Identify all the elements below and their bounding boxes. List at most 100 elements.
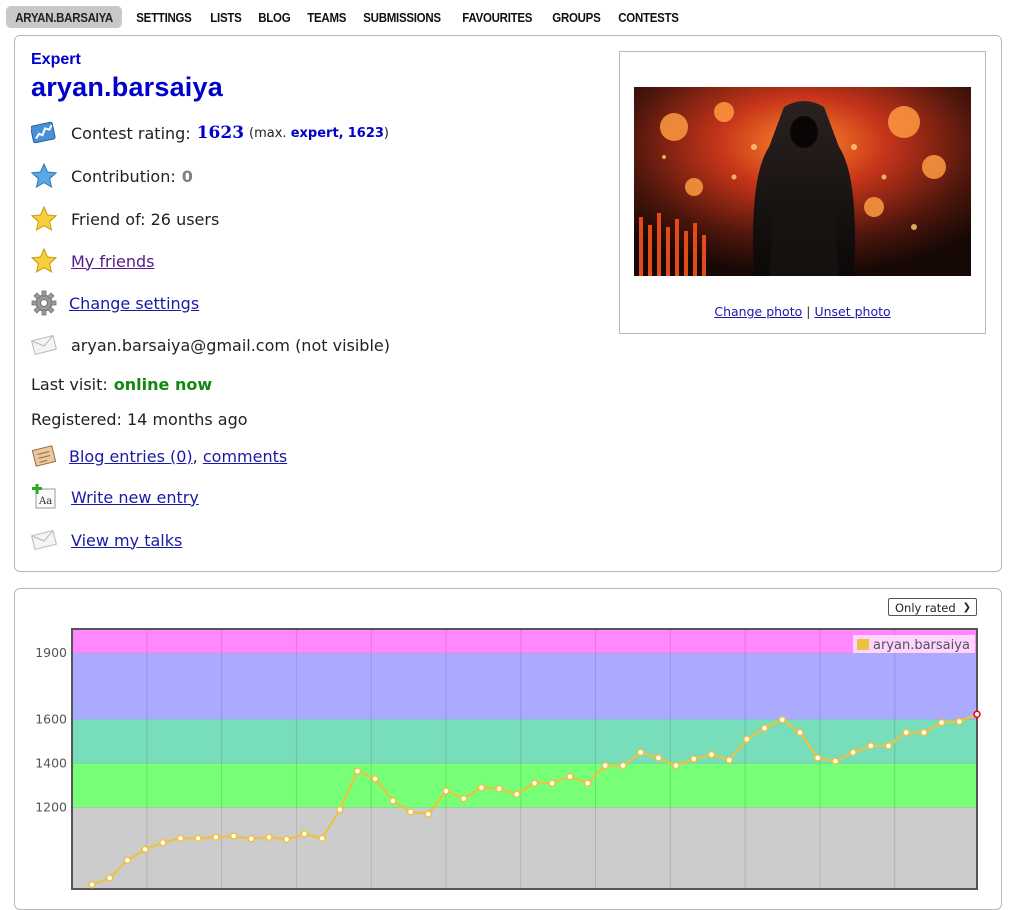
nav-blog[interactable]: BLOG (250, 6, 299, 28)
contribution-label: Contribution: (71, 166, 176, 186)
data-point (548, 779, 556, 787)
friend-of-row: Friend of: 26 users (31, 206, 219, 232)
talks-row: View my talks (31, 527, 182, 553)
data-point (920, 728, 928, 737)
data-point (601, 761, 610, 770)
settings-row: Change settings (31, 290, 199, 316)
blog-entries-link[interactable]: Blog entries (0) (69, 447, 193, 466)
max-rating-info: (max. expert, 1623) (249, 125, 389, 141)
envelope-icon (31, 527, 57, 553)
nav-settings[interactable]: SETTINGS (128, 6, 200, 28)
gold-star-icon (31, 206, 57, 232)
nav-lists[interactable]: LISTS (202, 6, 250, 28)
nav-teams[interactable]: TEAMS (299, 6, 354, 28)
top-nav: ARYAN.BARSAIYA SETTINGS LISTS BLOG TEAMS SUBM… (6, 6, 690, 28)
gold-star-icon (31, 248, 57, 274)
data-point (902, 728, 910, 737)
photo-link-separator: | (806, 304, 811, 319)
change-settings-link[interactable]: Change settings (69, 294, 199, 313)
svg-text:Aa: Aa (38, 496, 52, 507)
nav-aryan-barsaiya[interactable]: ARYAN.BARSAIYA (6, 6, 123, 28)
data-point (194, 834, 202, 843)
data-point (973, 710, 981, 719)
data-point (159, 838, 167, 847)
unset-photo-link[interactable]: Unset photo (814, 304, 890, 319)
data-point (778, 716, 787, 724)
change-photo-link[interactable]: Change photo (714, 304, 802, 319)
avatar (634, 87, 971, 276)
envelope-icon (31, 332, 57, 358)
y-tick-label: 1900 (35, 645, 67, 660)
data-point (406, 808, 415, 816)
blog-row: Blog entries (0), comments (31, 443, 287, 469)
y-tick-label: 1400 (35, 755, 67, 770)
data-point (725, 756, 733, 764)
user-rank: Expert (31, 51, 81, 68)
write-new-entry-link[interactable]: Write new entry (71, 488, 199, 507)
contribution-value: 0 (181, 166, 193, 186)
rating-band (72, 763, 977, 808)
data-point (212, 833, 220, 841)
data-point (300, 830, 309, 838)
contest-rating-label: Contest rating: (71, 123, 191, 143)
data-point (566, 772, 574, 781)
data-point (884, 742, 893, 750)
data-point (247, 835, 256, 843)
blue-star-icon (31, 163, 57, 189)
user-handle: aryan.barsaiya (31, 72, 223, 102)
registered-row: Registered: 14 months ago (31, 410, 248, 429)
data-point (743, 735, 751, 743)
data-point (831, 757, 840, 765)
data-point (937, 718, 946, 727)
contribution-row: Contribution: 0 (31, 163, 193, 189)
data-point (318, 834, 326, 843)
rating-band (72, 719, 977, 764)
rating-band (72, 629, 977, 654)
data-point (707, 750, 716, 759)
view-talks-link[interactable]: View my talks (71, 531, 182, 550)
data-point (636, 748, 645, 757)
data-point (459, 794, 468, 803)
data-point (495, 784, 503, 793)
nav-submissions[interactable]: SUBMISSIONS (355, 6, 449, 28)
write-entry-row: Aa Write new entry (31, 484, 199, 510)
data-point (955, 717, 964, 726)
data-point (849, 748, 857, 757)
new-entry-icon: Aa (31, 484, 57, 510)
data-point (654, 754, 663, 762)
data-point (282, 835, 291, 844)
data-point (690, 755, 698, 763)
data-point (513, 790, 521, 799)
legend-swatch (857, 639, 869, 650)
data-point (141, 845, 149, 854)
nav-contests[interactable]: CONTESTS (610, 6, 687, 28)
gear-icon (31, 290, 57, 316)
rating-chart: 1200 1400 1600 1900 aryan.barsaiya (35, 628, 981, 890)
data-point (176, 834, 185, 843)
nav-favourites[interactable]: FAVOURITES (454, 6, 540, 28)
avatar-frame: Change photo | Unset photo (619, 51, 986, 334)
data-point (796, 728, 804, 737)
rating-band (72, 807, 977, 889)
my-friends-link[interactable]: My friends (71, 252, 155, 271)
data-point (477, 783, 486, 792)
photo-actions: Change photo | Unset photo (620, 304, 985, 319)
data-point (123, 856, 132, 865)
comments-link[interactable]: comments (203, 447, 287, 466)
email-text: aryan.barsaiya@gmail.com (not visible) (71, 335, 390, 355)
nav-groups[interactable]: GROUPS (544, 6, 609, 28)
data-point (265, 833, 273, 841)
y-tick-label: 1600 (35, 711, 67, 726)
registered-text: Registered: 14 months ago (31, 410, 248, 429)
data-point (583, 779, 592, 787)
data-point (760, 724, 769, 732)
data-point (229, 832, 238, 840)
data-point (389, 797, 397, 805)
rating-graph-icon (31, 120, 57, 146)
contest-rating-row: Contest rating: 1623 (max. expert, 1623) (31, 120, 389, 146)
email-row: aryan.barsaiya@gmail.com (not visible) (31, 332, 390, 358)
data-point (619, 761, 627, 770)
last-visit-row: Last visit: online now (31, 375, 212, 394)
online-status: online now (113, 375, 213, 394)
rating-chart-panel: Only rated ❯ 1200 1400 1600 1900 aryan.barsa… (14, 588, 1002, 910)
